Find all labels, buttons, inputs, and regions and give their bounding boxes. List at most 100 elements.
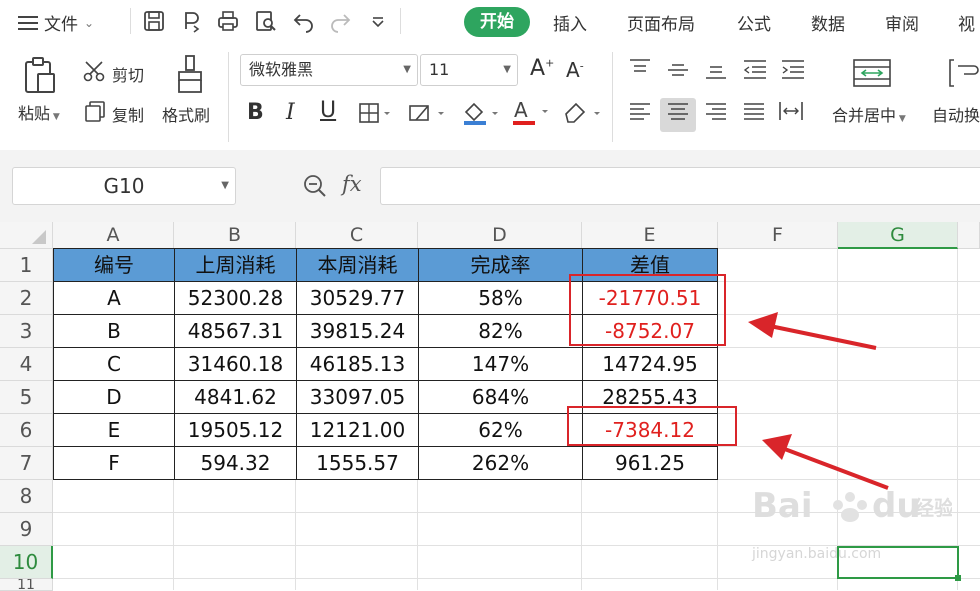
table-cell[interactable]: 39815.24 bbox=[297, 315, 419, 348]
table-cell[interactable]: 147% bbox=[419, 348, 583, 381]
table-cell[interactable]: D bbox=[54, 381, 175, 414]
redo-icon[interactable] bbox=[328, 9, 352, 33]
table-cell[interactable]: F bbox=[54, 447, 175, 480]
fill-handle[interactable] bbox=[955, 575, 961, 581]
table-header-cell[interactable]: 上周消耗 bbox=[175, 249, 297, 282]
row-header-4[interactable]: 4 bbox=[0, 348, 53, 381]
column-header-g[interactable]: G bbox=[838, 222, 958, 249]
paste-button[interactable]: 粘贴 ▼ bbox=[18, 100, 60, 124]
table-cell[interactable]: 82% bbox=[419, 315, 583, 348]
format-painter-button[interactable]: 格式刷 bbox=[162, 102, 210, 126]
table-cell[interactable]: 4841.62 bbox=[175, 381, 297, 414]
table-cell[interactable]: 33097.05 bbox=[297, 381, 419, 414]
export-pdf-icon[interactable] bbox=[180, 9, 204, 33]
formula-input[interactable] bbox=[380, 167, 980, 205]
tab-review[interactable]: 审阅 bbox=[885, 10, 919, 35]
table-cell[interactable]: 12121.00 bbox=[297, 414, 419, 447]
column-header-c[interactable]: C bbox=[296, 222, 418, 249]
merge-center-icon[interactable] bbox=[852, 58, 892, 88]
fill-color-icon[interactable] bbox=[462, 100, 502, 126]
table-cell[interactable]: C bbox=[54, 348, 175, 381]
print-preview-icon[interactable] bbox=[254, 9, 278, 33]
wrap-text-icon[interactable] bbox=[948, 58, 980, 88]
column-header-h[interactable] bbox=[958, 222, 980, 249]
table-cell[interactable]: 58% bbox=[419, 282, 583, 315]
italic-icon[interactable]: I bbox=[286, 100, 295, 125]
clear-format-icon[interactable] bbox=[562, 100, 604, 124]
fx-icon[interactable]: fx bbox=[342, 172, 362, 196]
tab-data[interactable]: 数据 bbox=[811, 10, 845, 35]
align-bottom-icon[interactable] bbox=[704, 60, 728, 80]
customize-toolbar-icon[interactable] bbox=[366, 9, 390, 33]
column-header-f[interactable]: F bbox=[718, 222, 838, 249]
table-header-cell[interactable]: 编号 bbox=[54, 249, 175, 282]
font-name-select[interactable]: 微软雅黑 ▼ bbox=[240, 54, 418, 86]
table-cell[interactable]: B bbox=[54, 315, 175, 348]
zoom-icon[interactable] bbox=[302, 173, 330, 199]
increase-font-size-icon[interactable]: A+ bbox=[530, 56, 554, 81]
tab-view[interactable]: 视 bbox=[958, 10, 975, 35]
table-cell[interactable]: 594.32 bbox=[175, 447, 297, 480]
align-left-icon[interactable] bbox=[628, 102, 652, 122]
font-color-icon[interactable]: A bbox=[512, 98, 552, 126]
row-header-7[interactable]: 7 bbox=[0, 447, 53, 480]
column-header-d[interactable]: D bbox=[418, 222, 582, 249]
row-header-8[interactable]: 8 bbox=[0, 480, 53, 513]
increase-indent-icon[interactable] bbox=[780, 58, 806, 80]
distributed-align-icon[interactable] bbox=[778, 100, 804, 122]
tab-formulas[interactable]: 公式 bbox=[737, 10, 771, 35]
tab-home[interactable]: 开始 bbox=[464, 7, 530, 37]
table-cell[interactable]: 62% bbox=[419, 414, 583, 447]
table-cell[interactable]: 46185.13 bbox=[297, 348, 419, 381]
print-icon[interactable] bbox=[216, 9, 240, 33]
name-box[interactable]: G10 ▼ bbox=[12, 167, 236, 205]
undo-icon[interactable] bbox=[292, 9, 316, 33]
row-header-3[interactable]: 3 bbox=[0, 315, 53, 348]
table-cell[interactable]: A bbox=[54, 282, 175, 315]
table-cell[interactable]: 14724.95 bbox=[583, 348, 718, 381]
tab-page-layout[interactable]: 页面布局 bbox=[627, 10, 695, 35]
wrap-text-button[interactable]: 自动换 bbox=[932, 102, 980, 126]
column-header-b[interactable]: B bbox=[174, 222, 296, 249]
underline-icon[interactable]: U bbox=[320, 98, 336, 123]
row-header-9[interactable]: 9 bbox=[0, 513, 53, 546]
table-header-cell[interactable]: 本周消耗 bbox=[297, 249, 419, 282]
column-header-a[interactable]: A bbox=[53, 222, 174, 249]
table-cell[interactable]: 30529.77 bbox=[297, 282, 419, 315]
file-menu[interactable]: 文件 ⌄ bbox=[18, 10, 94, 35]
row-header-5[interactable]: 5 bbox=[0, 381, 53, 414]
table-cell[interactable]: 262% bbox=[419, 447, 583, 480]
merge-center-button[interactable]: 合并居中 ▼ bbox=[832, 102, 906, 126]
table-cell[interactable]: 48567.31 bbox=[175, 315, 297, 348]
table-cell[interactable]: 961.25 bbox=[583, 447, 718, 480]
table-header-cell[interactable]: 完成率 bbox=[419, 249, 583, 282]
selected-cell-g10[interactable] bbox=[837, 546, 959, 579]
row-header-2[interactable]: 2 bbox=[0, 282, 53, 315]
bold-icon[interactable]: B bbox=[247, 100, 264, 125]
table-cell[interactable]: 1555.57 bbox=[297, 447, 419, 480]
align-top-icon[interactable] bbox=[628, 58, 652, 78]
row-header-6[interactable]: 6 bbox=[0, 414, 53, 447]
select-all-corner[interactable] bbox=[0, 222, 53, 249]
table-cell[interactable]: E bbox=[54, 414, 175, 447]
copy-button[interactable]: 复制 bbox=[112, 102, 144, 126]
justify-icon[interactable] bbox=[742, 102, 766, 122]
column-header-e[interactable]: E bbox=[582, 222, 718, 249]
table-cell[interactable]: 19505.12 bbox=[175, 414, 297, 447]
cut-button[interactable]: 剪切 bbox=[112, 62, 144, 86]
font-size-select[interactable]: 11 ▼ bbox=[420, 54, 518, 86]
table-cell[interactable]: 31460.18 bbox=[175, 348, 297, 381]
row-header-1[interactable]: 1 bbox=[0, 249, 53, 282]
borders-icon[interactable] bbox=[358, 102, 392, 124]
save-icon[interactable] bbox=[142, 9, 166, 33]
table-cell[interactable]: 52300.28 bbox=[175, 282, 297, 315]
align-center-icon[interactable] bbox=[666, 102, 690, 122]
tab-insert[interactable]: 插入 bbox=[553, 10, 587, 35]
decrease-indent-icon[interactable] bbox=[742, 58, 768, 80]
row-header-11[interactable]: 11 bbox=[0, 579, 53, 591]
cell-style-icon[interactable] bbox=[408, 102, 448, 124]
align-right-icon[interactable] bbox=[704, 102, 728, 122]
table-cell[interactable]: 684% bbox=[419, 381, 583, 414]
row-header-10[interactable]: 10 bbox=[0, 546, 53, 579]
decrease-font-size-icon[interactable]: A- bbox=[566, 58, 584, 82]
